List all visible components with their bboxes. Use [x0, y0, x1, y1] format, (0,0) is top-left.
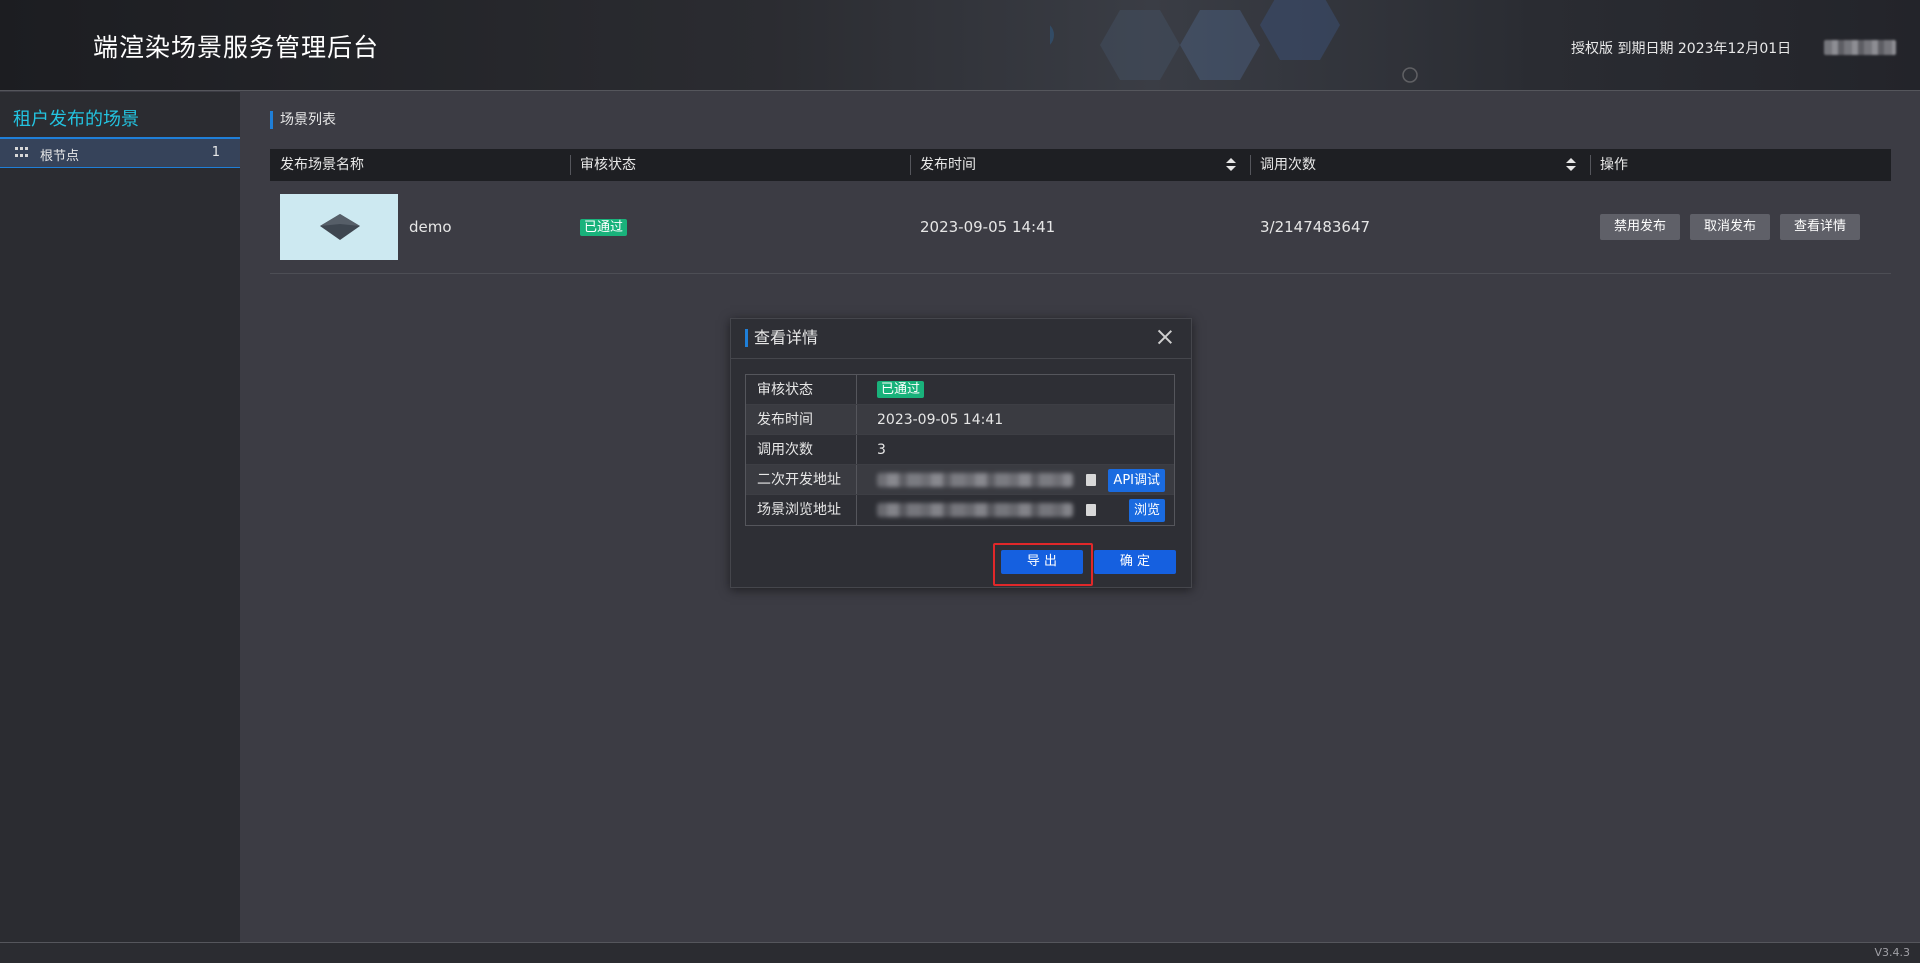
detail-row-status: 审核状态 已通过: [746, 375, 1174, 405]
detail-row-browse-url: 场景浏览地址 浏览: [746, 495, 1174, 525]
table-header: 发布场景名称 审核状态 发布时间 调用次数 操作: [270, 149, 1891, 181]
modal-divider: [731, 358, 1191, 359]
close-icon[interactable]: [1157, 329, 1173, 345]
column-header-calls[interactable]: 调用次数: [1250, 149, 1590, 181]
footer: V3.4.3: [0, 942, 1920, 963]
detail-row-dev-url: 二次开发地址 API调试: [746, 465, 1174, 495]
detail-label: 调用次数: [746, 435, 857, 464]
grid-icon: [15, 147, 28, 159]
detail-label: 二次开发地址: [746, 465, 857, 494]
browse-button[interactable]: 浏览: [1128, 499, 1165, 522]
column-header-publish-time[interactable]: 发布时间: [910, 149, 1250, 181]
app-header: 端渲染场景服务管理后台 授权版 到期日期 2023年12月01日: [0, 0, 1920, 91]
sidebar-item-label: 根节点: [40, 149, 80, 164]
call-count: 3/2147483647: [1260, 218, 1371, 236]
sort-icon[interactable]: [1226, 158, 1236, 172]
section-title: 场景列表: [270, 111, 336, 129]
detail-label: 场景浏览地址: [746, 495, 857, 525]
column-header-name: 发布场景名称: [280, 157, 364, 173]
confirm-button[interactable]: 确 定: [1094, 550, 1176, 574]
detail-value: API调试: [857, 465, 1174, 494]
sidebar-title: 租户发布的场景: [13, 109, 139, 130]
license-info: 授权版 到期日期 2023年12月01日: [1571, 41, 1792, 57]
modal-title: 查看详情: [745, 329, 818, 347]
status-badge: 已通过: [877, 381, 925, 398]
scene-thumbnail[interactable]: [280, 194, 398, 260]
copy-icon[interactable]: [1086, 474, 1096, 486]
header-decoration: [1050, 0, 1418, 83]
user-name-redacted[interactable]: [1824, 40, 1896, 55]
detail-row-publish-time: 发布时间 2023-09-05 14:41: [746, 405, 1174, 435]
column-header-status: 审核状态: [570, 149, 910, 181]
view-details-button[interactable]: 查看详情: [1780, 214, 1861, 240]
actions-cell: 禁用发布 取消发布 查看详情: [1590, 181, 1891, 274]
status-cell: 已通过: [570, 181, 910, 274]
sort-icon[interactable]: [1566, 158, 1576, 172]
detail-value: 3: [877, 441, 886, 458]
detail-value: 浏览: [857, 495, 1174, 525]
detail-value: 已通过: [857, 375, 1174, 404]
sidebar-item-root[interactable]: 根节点 1: [0, 139, 240, 168]
scene-name-cell: demo: [270, 181, 570, 274]
dev-url-redacted: [877, 472, 1073, 487]
sidebar-item-count: 1: [211, 145, 220, 160]
publish-time: 2023-09-05 14:41: [920, 218, 1056, 236]
sidebar: 租户发布的场景 根节点 1: [0, 92, 240, 942]
version-label: V3.4.3: [1874, 946, 1910, 959]
disable-publish-button[interactable]: 禁用发布: [1600, 214, 1681, 240]
detail-row-calls: 调用次数 3: [746, 435, 1174, 465]
copy-icon[interactable]: [1086, 504, 1096, 516]
details-table: 审核状态 已通过 发布时间 2023-09-05 14:41 调用次数 3 二次…: [745, 374, 1175, 526]
detail-label: 审核状态: [746, 375, 857, 404]
api-debug-button[interactable]: API调试: [1108, 469, 1165, 492]
scene-name: demo: [409, 218, 452, 236]
detail-label: 发布时间: [746, 405, 857, 434]
scene-preview-icon: [320, 214, 360, 240]
scene-table: 发布场景名称 审核状态 发布时间 调用次数 操作 demo 已通过 2023-0…: [270, 149, 1891, 274]
table-row: demo 已通过 2023-09-05 14:41 3/2147483647 禁…: [270, 181, 1891, 274]
detail-value: 2023-09-05 14:41: [877, 411, 1004, 428]
cancel-publish-button[interactable]: 取消发布: [1690, 214, 1771, 240]
app-title: 端渲染场景服务管理后台: [93, 33, 380, 62]
browse-url-redacted: [877, 503, 1073, 517]
details-modal: 查看详情 审核状态 已通过 发布时间 2023-09-05 14:41 调用次数…: [730, 318, 1192, 588]
status-badge: 已通过: [580, 218, 628, 236]
export-button[interactable]: 导 出: [1001, 550, 1083, 574]
column-header-actions: 操作: [1590, 149, 1891, 181]
